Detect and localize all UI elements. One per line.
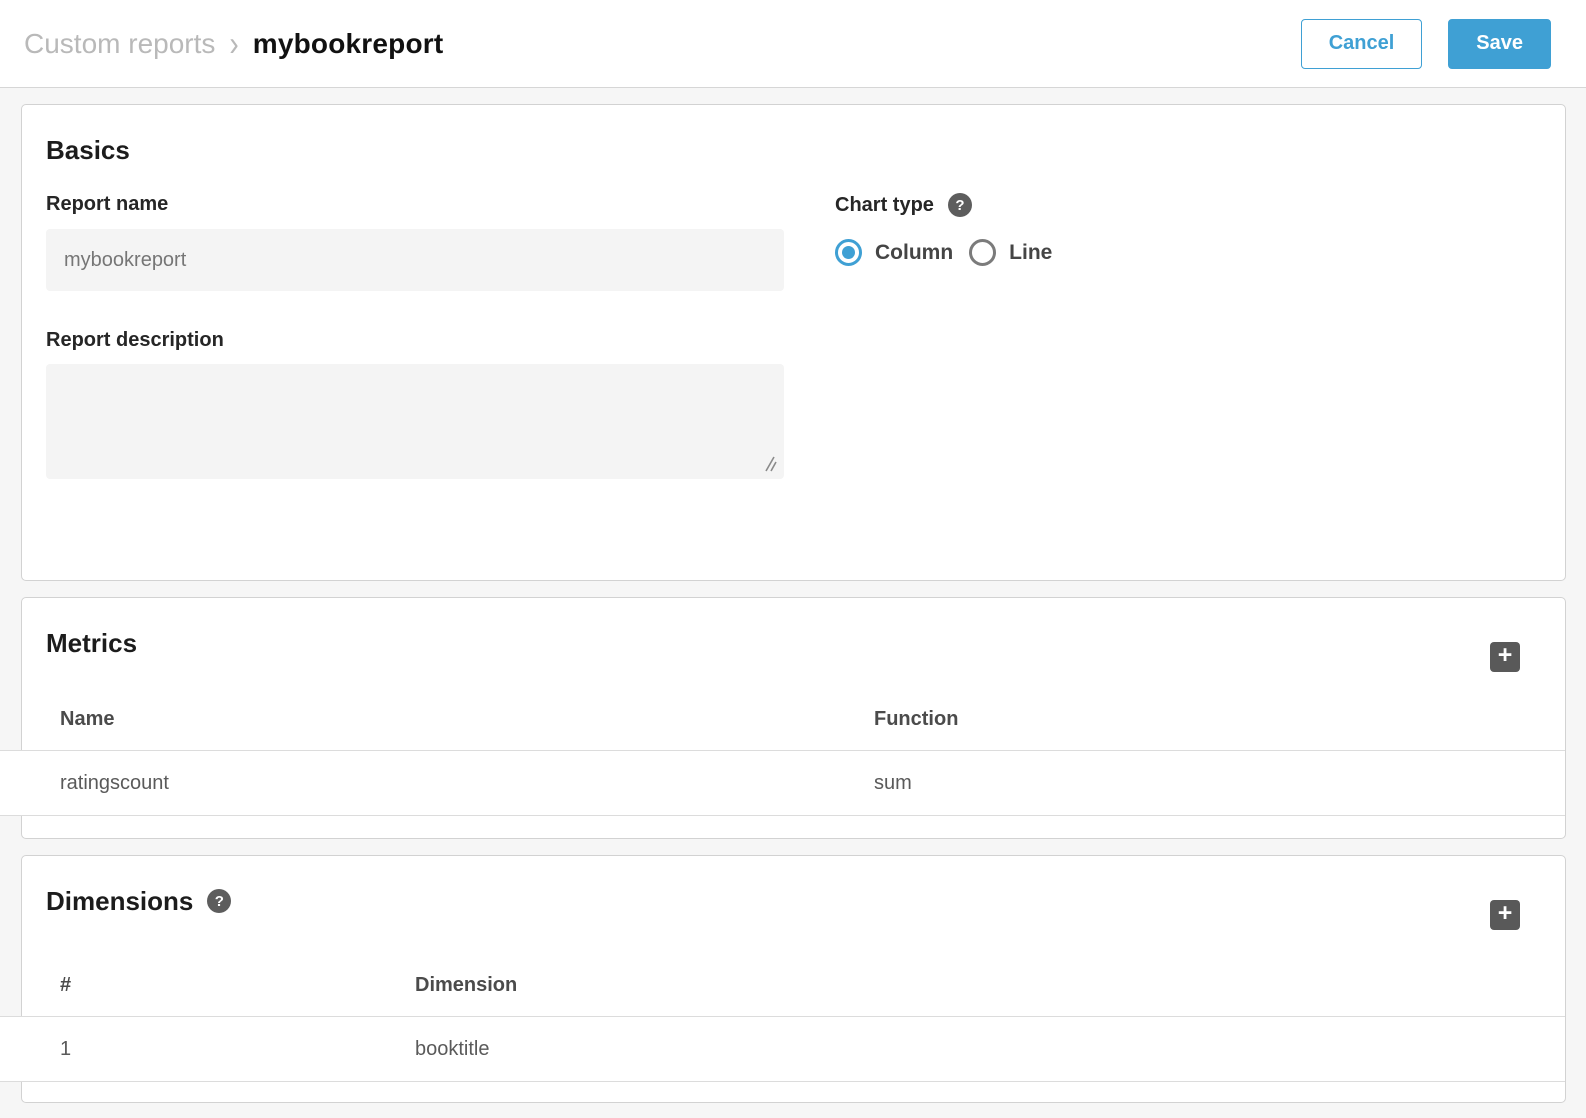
page-title: mybookreport <box>253 28 444 60</box>
basics-right-column: Chart type ? Column Line <box>835 167 1541 479</box>
page-content: Basics Report name Report description <box>0 88 1586 1118</box>
dimensions-table-rows: 1 booktitle <box>0 1016 1565 1082</box>
metrics-column-function: Function <box>874 708 958 731</box>
add-metric-button[interactable]: + <box>1490 642 1520 672</box>
save-button[interactable]: Save <box>1448 19 1551 69</box>
chevron-right-icon: › <box>229 24 238 64</box>
dimension-row[interactable]: 1 booktitle <box>0 1017 1565 1081</box>
metric-function-cell: sum <box>874 772 912 795</box>
breadcrumb: Custom reports › mybookreport <box>24 28 443 60</box>
basics-card: Basics Report name Report description <box>21 104 1566 581</box>
metric-name-cell: ratingscount <box>60 772 874 795</box>
chart-type-option-line[interactable]: Line <box>969 239 1052 266</box>
breadcrumb-parent-link[interactable]: Custom reports <box>24 28 215 60</box>
report-name-input[interactable] <box>46 229 784 291</box>
chart-type-help-icon[interactable]: ? <box>948 193 972 217</box>
chart-type-option-column[interactable]: Column <box>835 239 953 266</box>
dimensions-help-icon[interactable]: ? <box>207 889 231 913</box>
chart-type-label: Chart type <box>835 194 934 217</box>
dimensions-table-header: # Dimension <box>22 954 1565 1016</box>
chart-type-option-column-label[interactable]: Column <box>875 241 953 265</box>
report-description-textarea[interactable] <box>46 364 784 479</box>
metrics-table-rows: ratingscount sum <box>0 750 1565 816</box>
radio-unselected-icon[interactable] <box>969 239 996 266</box>
radio-selected-icon[interactable] <box>835 239 862 266</box>
dimension-name-cell: booktitle <box>415 1038 490 1061</box>
header-actions: Cancel Save <box>1301 19 1551 69</box>
metrics-column-name: Name <box>60 708 874 731</box>
dimensions-column-dimension: Dimension <box>415 974 517 997</box>
report-name-label: Report name <box>46 193 784 216</box>
dimensions-card: Dimensions ? + # Dimension 1 booktitle <box>21 855 1566 1103</box>
metric-row[interactable]: ratingscount sum <box>0 751 1565 815</box>
metrics-card: Metrics + Name Function ratingscount sum <box>21 597 1566 839</box>
dimensions-column-number: # <box>60 974 415 997</box>
page-header: Custom reports › mybookreport Cancel Sav… <box>0 0 1586 88</box>
basics-heading: Basics <box>46 133 1541 167</box>
chart-type-option-line-label[interactable]: Line <box>1009 241 1052 265</box>
basics-left-column: Report name Report description <box>46 167 784 479</box>
add-dimension-button[interactable]: + <box>1490 900 1520 930</box>
chart-type-radio-group: Column Line <box>835 239 1541 266</box>
metrics-card-footer <box>22 816 1565 838</box>
dimension-number-cell: 1 <box>60 1038 415 1061</box>
metrics-table-header: Name Function <box>22 688 1565 750</box>
cancel-button[interactable]: Cancel <box>1301 19 1423 69</box>
metrics-heading: Metrics <box>46 626 137 660</box>
textarea-resize-handle-icon[interactable] <box>760 455 778 473</box>
dimensions-heading: Dimensions <box>46 884 193 918</box>
report-description-label: Report description <box>46 329 784 352</box>
dimensions-card-footer <box>22 1082 1565 1102</box>
